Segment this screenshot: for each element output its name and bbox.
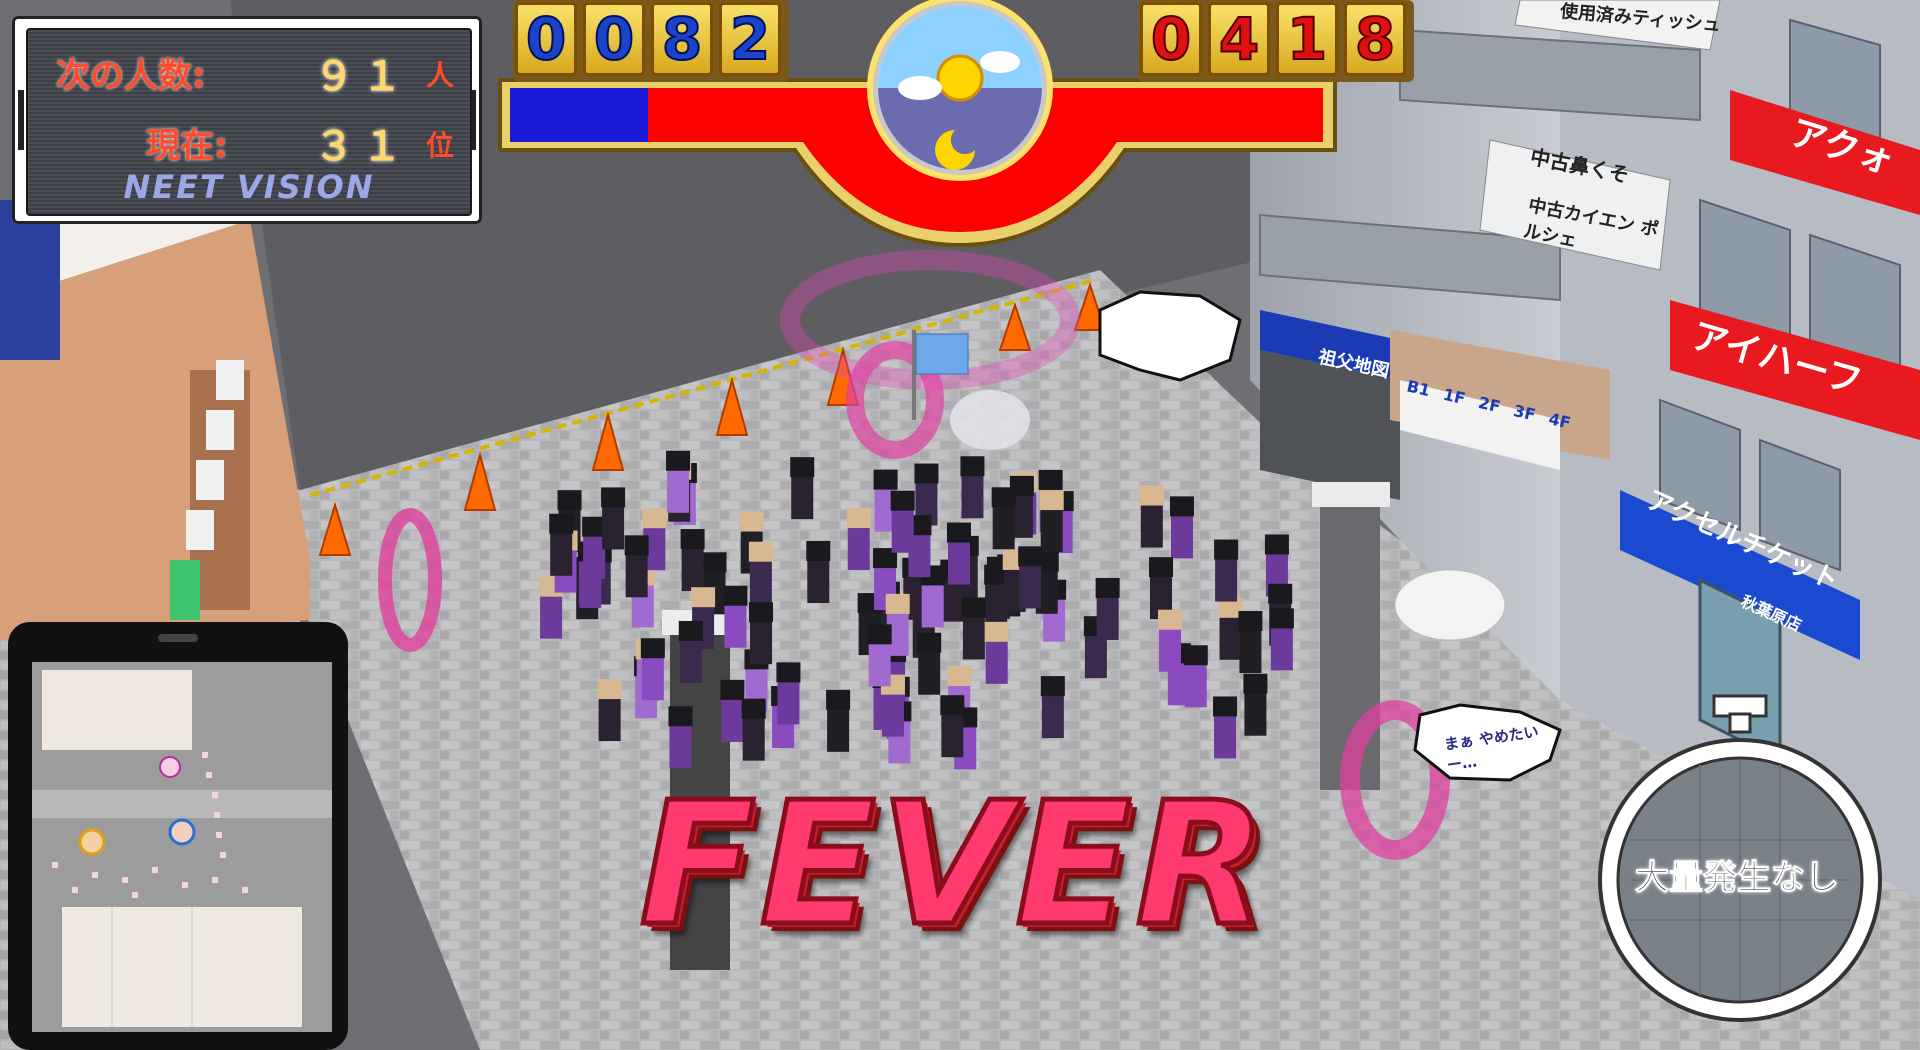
crowd-person (749, 602, 774, 665)
crowd-person (549, 513, 574, 576)
fever-banner: FEVER (637, 766, 1271, 964)
crowd-person (991, 487, 1016, 550)
crowd-person (790, 457, 815, 520)
next-count-label: 次の人数: (56, 56, 206, 96)
crowd-person (723, 585, 748, 648)
crowd-person (806, 541, 831, 604)
sun-icon (936, 54, 984, 102)
next-count-value: ９１ (314, 54, 410, 100)
crowd-person (748, 541, 773, 604)
rank-value: ３１ (314, 124, 410, 170)
crowd-person (1040, 676, 1065, 739)
crowd-person (867, 624, 892, 687)
crowd-person (846, 508, 871, 571)
crowd-person (1183, 645, 1208, 708)
rank-unit: 位 (426, 129, 455, 162)
score-right-digit: 8 (1344, 2, 1406, 76)
map-marker-target (159, 756, 181, 778)
crowd-person (1243, 673, 1268, 736)
crowd-person (678, 620, 703, 683)
crowd-person (940, 695, 965, 758)
crowd-person (720, 679, 745, 742)
smoke-cloud (1394, 569, 1506, 641)
crowd-person (680, 529, 705, 592)
minimap-tablet (8, 622, 348, 1050)
score-right-digit: 4 (1208, 2, 1270, 76)
panel-notch-left (18, 90, 24, 150)
neet-vision-brand: NEET VISION (123, 168, 375, 206)
crowd-person (666, 450, 691, 513)
crowd-person (826, 689, 851, 752)
stopwatch-status-text: 大量発生なし (1635, 858, 1840, 899)
crowd-person (1039, 490, 1064, 553)
score-bar-blue (510, 88, 648, 142)
crowd-person (1157, 609, 1182, 672)
map-marker-rival (168, 818, 196, 846)
crowd-person (1018, 546, 1043, 609)
minimap-screen (32, 662, 332, 1032)
crowd-person (624, 535, 649, 598)
crowd-person (597, 679, 622, 742)
crowd-person (1214, 539, 1239, 602)
score-right-digit: 1 (1276, 2, 1338, 76)
crowd-person (1169, 496, 1194, 559)
crowd-person (1139, 485, 1164, 548)
crowd-person (1213, 696, 1238, 759)
crowd-person (960, 456, 985, 519)
score-counter-left: 0 0 8 2 (513, 0, 789, 82)
crowd-person (984, 621, 1009, 684)
score-left-digit: 0 (515, 2, 577, 76)
next-count-unit: 人 (426, 59, 455, 92)
map-marker-player (78, 828, 106, 856)
crowd-person (961, 597, 986, 660)
score-left-digit: 8 (651, 2, 713, 76)
crowd-person (776, 662, 801, 725)
minimap-map (32, 662, 332, 1032)
crowd-person (917, 632, 942, 695)
neet-vision-screen: 次の人数: ９１ 人 現在: ３１ 位 NEET VISION (26, 28, 472, 216)
crowd-person (601, 487, 626, 550)
crowd-person (668, 706, 693, 769)
score-left-digit: 0 (583, 2, 645, 76)
green-object (170, 560, 200, 620)
crowd-person (1238, 611, 1263, 674)
score-right-digit: 0 (1140, 2, 1202, 76)
score-left-digit: 2 (719, 2, 781, 76)
tablet-speaker (158, 634, 198, 642)
crowd-person (1269, 608, 1294, 671)
crowd-person (741, 698, 766, 761)
crowd-person (946, 522, 971, 585)
rank-label: 現在: (146, 126, 228, 166)
crowd-person (1095, 577, 1120, 640)
neet-vision-panel: 次の人数: ９１ 人 現在: ３１ 位 NEET VISION (12, 16, 482, 224)
crowd-person (890, 490, 915, 553)
crowd-person (640, 638, 665, 701)
score-counter-right: 0 4 1 8 (1138, 0, 1414, 82)
